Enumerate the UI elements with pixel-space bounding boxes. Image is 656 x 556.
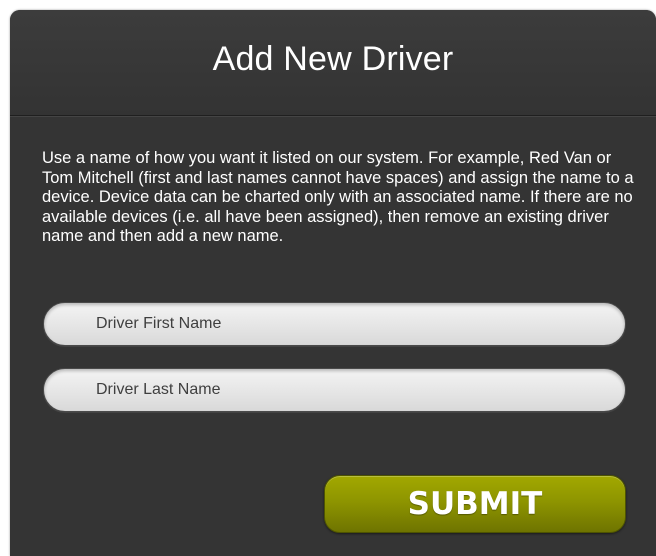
submit-button[interactable]: SUBMIT <box>324 475 626 533</box>
driver-last-name-input[interactable] <box>43 368 626 412</box>
dialog-header: Add New Driver <box>10 10 656 116</box>
add-driver-dialog: Add New Driver Use a name of how you wan… <box>10 10 656 556</box>
driver-first-name-input[interactable] <box>43 302 626 346</box>
instructions-text: Use a name of how you want it listed on … <box>42 149 634 246</box>
dialog-title: Add New Driver <box>212 40 454 78</box>
